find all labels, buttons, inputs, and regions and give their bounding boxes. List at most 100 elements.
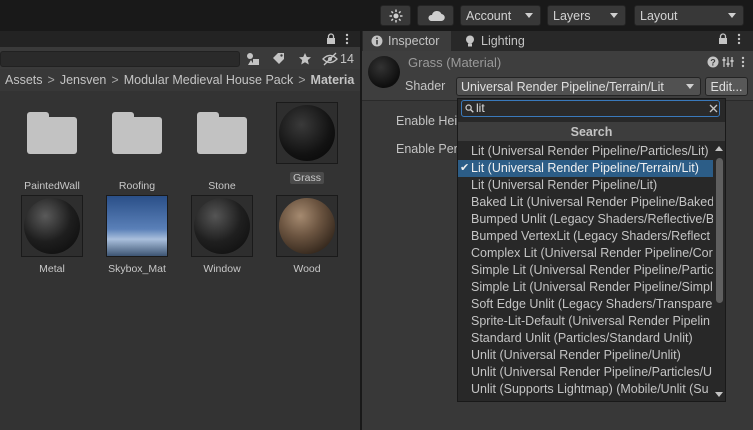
services-button[interactable] [380, 5, 411, 26]
chevron-down-icon [728, 13, 736, 18]
folder-icon [197, 112, 247, 154]
scroll-down-icon[interactable] [715, 392, 723, 397]
asset-item[interactable]: Wood [266, 195, 348, 275]
breadcrumb: Assets > Jensven > Modular Medieval Hous… [0, 69, 360, 91]
bulb-icon [466, 35, 474, 47]
svg-text:?: ? [710, 57, 716, 67]
scrollbar-thumb[interactable] [716, 158, 723, 303]
edit-shader-button[interactable]: Edit... [705, 77, 748, 96]
layers-dropdown[interactable]: Layers [547, 5, 626, 26]
material-preview-icon [368, 56, 400, 88]
shader-option[interactable]: Simple Lit (Universal Render Pipeline/Si… [458, 279, 713, 296]
layout-dropdown[interactable]: Layout [634, 5, 744, 26]
clear-search-icon[interactable] [709, 104, 718, 113]
shader-option[interactable]: Lit (Universal Render Pipeline/Particles… [458, 143, 713, 160]
asset-label: Roofing [118, 180, 156, 192]
kebab-menu-icon[interactable] [342, 33, 352, 45]
tab-lighting[interactable]: Lighting [457, 31, 537, 51]
shader-dropdown[interactable]: Universal Render Pipeline/Terrain/Lit [456, 77, 701, 96]
presets-icon[interactable] [722, 56, 734, 68]
lock-icon[interactable] [717, 33, 729, 45]
breadcrumb-item[interactable]: Jensven [60, 73, 107, 87]
shader-option-label: Bumped Unlit (Legacy Shaders/Reflective/… [471, 212, 713, 226]
shader-option-label: Unlit (Supports Lightmap) (Mobile/Unlit … [471, 382, 709, 396]
breadcrumb-separator-icon: > [298, 73, 306, 87]
tab-label: Lighting [481, 34, 525, 48]
shader-option-label: Soft Edge Unlit (Legacy Shaders/Transpar… [471, 297, 713, 311]
folder-icon [27, 112, 77, 154]
sun-settings-icon [389, 9, 402, 22]
breadcrumb-item[interactable]: Assets [5, 73, 43, 87]
shader-option[interactable]: Complex Lit (Universal Render Pipeline/C… [458, 245, 713, 262]
search-icon [465, 104, 474, 113]
shader-option-label: Simple Lit (Universal Render Pipeline/Pa… [471, 263, 713, 277]
shader-option[interactable]: Soft Edge Unlit (Legacy Shaders/Transpar… [458, 296, 713, 313]
material-sphere-icon [24, 198, 80, 254]
tab-label: Inspector [388, 34, 440, 48]
shader-value: Universal Render Pipeline/Terrain/Lit [461, 79, 664, 94]
asset-item[interactable]: Window [181, 195, 263, 275]
asset-item[interactable]: Stone [181, 104, 263, 192]
checkmark-icon: ✔ [460, 162, 470, 174]
info-icon [371, 35, 383, 47]
material-sphere-icon [279, 198, 335, 254]
shader-option-label: Sprite-Lit-Default (Universal Render Pip… [471, 314, 710, 328]
layout-label: Layout [640, 8, 678, 23]
chevron-down-icon [686, 84, 694, 89]
hidden-packages-icon[interactable] [322, 52, 338, 66]
shader-option[interactable]: Unlit (Universal Render Pipeline/Unlit) [458, 347, 713, 364]
shader-option-label: Complex Lit (Universal Render Pipeline/C… [471, 246, 713, 260]
asset-label: PaintedWall [24, 180, 80, 192]
asset-item-selected[interactable]: Grass [266, 102, 348, 184]
breadcrumb-separator-icon: > [111, 73, 119, 87]
project-search-input[interactable] [0, 51, 240, 67]
shader-option-label: Unlit (Universal Render Pipeline/Unlit) [471, 348, 681, 362]
shader-label: Shader [405, 79, 446, 93]
account-dropdown[interactable]: Account [460, 5, 541, 26]
material-title: Grass (Material) [408, 55, 502, 70]
asset-label: Grass [266, 172, 348, 184]
shader-option[interactable]: Lit (Universal Render Pipeline/Lit) [458, 177, 713, 194]
asset-item[interactable]: Skybox_Mat [96, 195, 178, 275]
shader-option-selected[interactable]: ✔ Lit (Universal Render Pipeline/Terrain/… [458, 160, 713, 177]
shader-option-label: Lit (Universal Render Pipeline/Terrain/L… [471, 161, 699, 175]
asset-label: Metal [39, 263, 65, 275]
property-label: Enable Hei [396, 114, 458, 128]
material-sphere-icon [279, 105, 335, 161]
shader-option-label: Unlit (Universal Render Pipeline/Particl… [471, 365, 713, 379]
asset-item[interactable]: Roofing [96, 104, 178, 192]
label-tag-icon[interactable] [272, 52, 286, 66]
folder-icon [112, 112, 162, 154]
lock-icon[interactable] [325, 33, 337, 45]
asset-label: Stone [208, 180, 236, 192]
asset-item[interactable]: Metal [11, 195, 93, 275]
search-by-type-icon[interactable] [246, 52, 260, 66]
shader-option[interactable]: Sprite-Lit-Default (Universal Render Pip… [458, 313, 713, 330]
shader-search-field[interactable]: lit [461, 100, 720, 117]
shader-option[interactable]: Bumped Unlit (Legacy Shaders/Reflective/… [458, 211, 713, 228]
breadcrumb-item[interactable]: Modular Medieval House Pack [124, 73, 294, 87]
shader-option[interactable]: Simple Lit (Universal Render Pipeline/Pa… [458, 262, 713, 279]
material-sphere-icon [194, 198, 250, 254]
shader-option[interactable]: Bumped VertexLit (Legacy Shaders/Reflect [458, 228, 713, 245]
scroll-up-icon[interactable] [715, 146, 723, 151]
breadcrumb-current[interactable]: Materia [311, 73, 355, 87]
help-icon[interactable]: ? [707, 56, 719, 68]
kebab-menu-icon[interactable] [738, 56, 748, 68]
shader-option[interactable]: Baked Lit (Universal Render Pipeline/Bak… [458, 194, 713, 211]
shader-search-value: lit [476, 101, 485, 115]
asset-item[interactable]: PaintedWall [11, 104, 93, 192]
kebab-menu-icon[interactable] [734, 33, 744, 45]
chevron-down-icon [610, 13, 618, 18]
property-label: Enable Per [396, 142, 458, 156]
tab-inspector[interactable]: Inspector [363, 31, 451, 51]
star-icon[interactable] [298, 52, 312, 66]
shader-option[interactable]: Standard Unlit (Particles/Standard Unlit… [458, 330, 713, 347]
shader-option[interactable]: Unlit (Universal Render Pipeline/Particl… [458, 364, 713, 381]
shader-option[interactable]: Unlit (Supports Lightmap) (Mobile/Unlit … [458, 381, 713, 398]
account-label: Account [466, 8, 512, 23]
asset-label: Window [203, 263, 241, 275]
cloud-button[interactable] [417, 5, 454, 26]
shader-option-label: Lit (Universal Render Pipeline/Lit) [471, 178, 658, 192]
shader-option-label: Simple Lit (Universal Render Pipeline/Si… [471, 280, 713, 294]
